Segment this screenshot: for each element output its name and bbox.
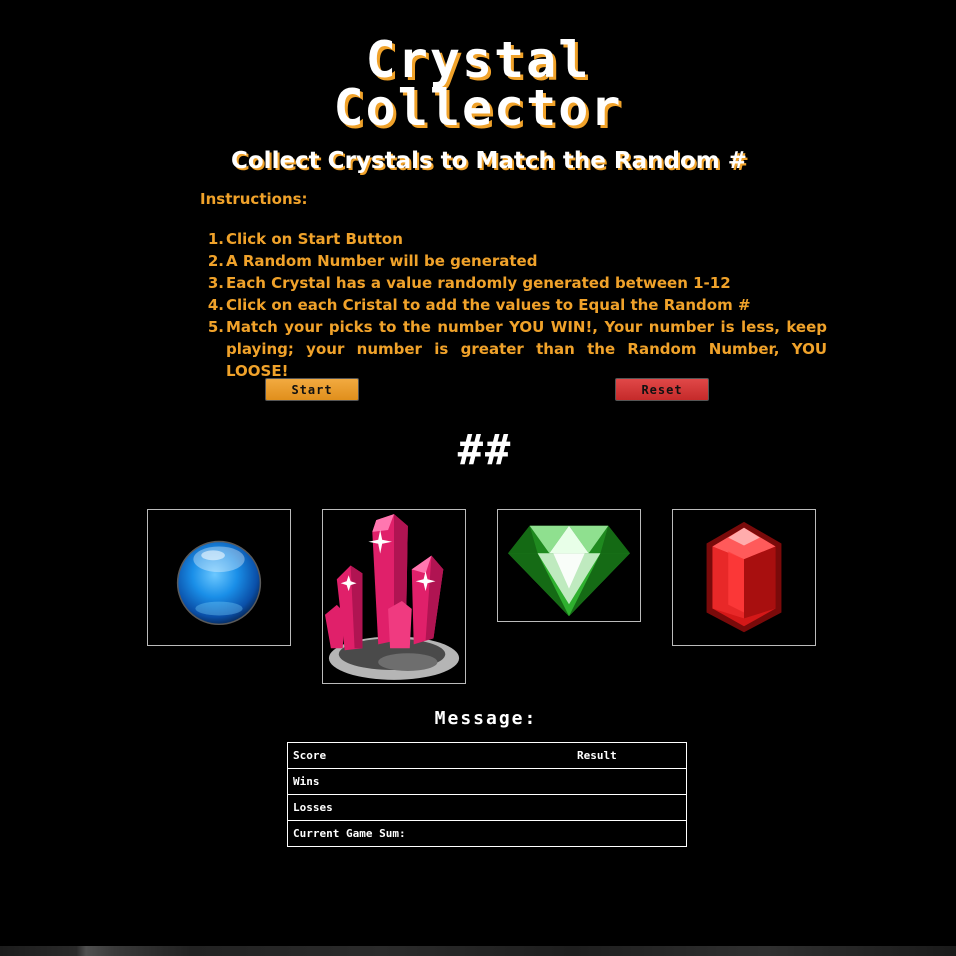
instruction-step: 5. Match your picks to the number YOU WIN… [207,318,827,380]
message-label: Message: [434,708,538,729]
random-number-display: ## [457,425,513,474]
losses-value [572,794,687,821]
instruction-step: 3. Each Crystal has a value randomly gene… [207,274,731,292]
wins-value [572,768,687,795]
table-row: Score Result [287,742,687,769]
table-row: Current Game Sum: [287,820,687,847]
result-header: Result [572,742,687,769]
pink-crystal-cluster-icon [324,514,460,680]
current-sum-value [572,820,687,847]
instruction-step: 4. Click on each Cristal to add the value… [207,296,751,314]
instructions-heading: Instructions: [200,190,308,208]
page-title: Crystal Collector [0,31,956,137]
title-line-2: Collector [333,79,623,137]
table-row: Losses [287,794,687,821]
taskbar-strip [0,946,956,956]
crystal-button-red[interactable] [672,509,816,646]
start-button[interactable]: Start [265,378,359,401]
crystal-button-pink[interactable] [322,509,466,684]
instruction-step: 1. Click on Start Button [207,230,403,248]
scoreboard-table: Score Result Wins Losses Current Game Su… [287,742,687,847]
blue-orb-icon [176,540,262,626]
losses-label: Losses [287,794,572,821]
reset-button[interactable]: Reset [615,378,709,401]
green-diamond-icon [508,525,630,617]
table-row: Wins [287,768,687,795]
crystal-button-blue[interactable] [147,509,291,646]
wins-label: Wins [287,768,572,795]
instruction-step: 2. A Random Number will be generated [207,252,538,270]
title-line-1: Crystal [365,31,591,89]
score-header: Score [287,742,572,769]
subtitle: Collect Crystals to Match the Random # [231,148,747,174]
crystal-button-green[interactable] [497,509,641,622]
instructions-list: 1. Click on Start Button 2. A Random Numbe… [207,228,827,382]
current-sum-label: Current Game Sum: [287,820,572,847]
red-gem-icon [706,521,782,633]
